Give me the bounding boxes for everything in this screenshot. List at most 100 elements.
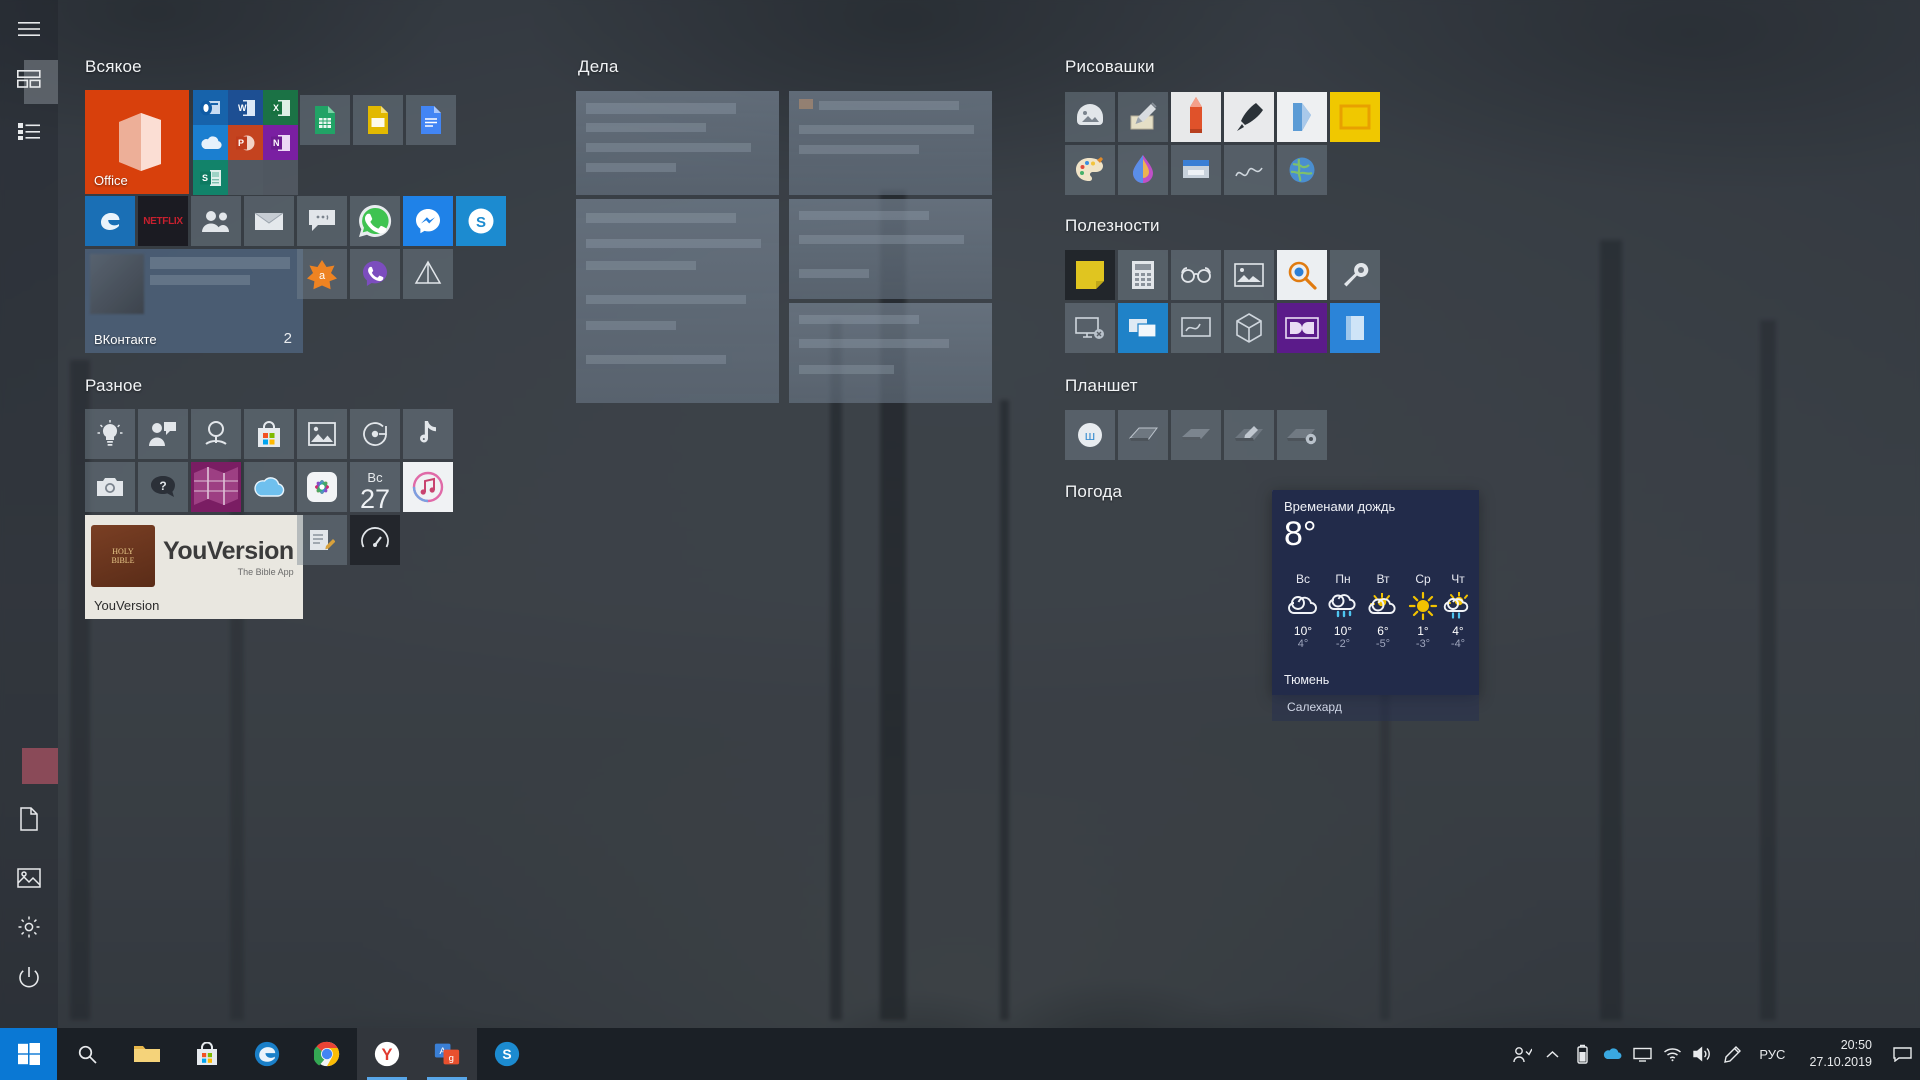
- tile-google-docs[interactable]: [406, 95, 456, 145]
- pen-icon[interactable]: [1717, 1028, 1747, 1080]
- tile-calculator[interactable]: [1118, 250, 1168, 300]
- notification-center-icon[interactable]: [1884, 1028, 1920, 1080]
- tile-tablet-device-1[interactable]: [1118, 410, 1168, 460]
- tile-tablet-pen[interactable]: [1224, 410, 1274, 460]
- tile-office[interactable]: Office: [85, 90, 189, 194]
- taskbar-microsoft-store[interactable]: [177, 1028, 237, 1080]
- tile-paint-3d[interactable]: [1065, 92, 1115, 142]
- tile-mixed-reality-portal[interactable]: [191, 409, 241, 459]
- tile-snip-sketch[interactable]: [1171, 145, 1221, 195]
- tile-whatsapp[interactable]: [350, 196, 400, 246]
- tile-search-magnify[interactable]: [1277, 250, 1327, 300]
- taskbar-skype[interactable]: S: [477, 1028, 537, 1080]
- tile-globe-paint[interactable]: [1277, 145, 1327, 195]
- tile-sway[interactable]: S: [193, 160, 228, 195]
- tile-vkontakte[interactable]: ВКонтакте 2: [85, 249, 303, 353]
- clock[interactable]: 20:50 27.10.2019: [1797, 1037, 1884, 1071]
- group-title-planshet[interactable]: Планшет: [1065, 376, 1138, 396]
- tile-dolby[interactable]: [1277, 303, 1327, 353]
- tile-netflix[interactable]: NETFLIX: [138, 196, 188, 246]
- tile-messenger[interactable]: [403, 196, 453, 246]
- tile-ink-brush[interactable]: [1224, 92, 1274, 142]
- weather-live-tile[interactable]: Временами дождь 8° Вс 10° 4° Пн 10° -2° …: [1272, 490, 1479, 695]
- tile-excel[interactable]: X: [263, 90, 298, 125]
- tile-dela-blurred-3[interactable]: [576, 199, 779, 403]
- taskbar-translate[interactable]: A g: [417, 1028, 477, 1080]
- tile-microsoft-store[interactable]: [244, 409, 294, 459]
- tile-maps[interactable]: [191, 462, 241, 512]
- tile-remote-desktop[interactable]: [1118, 303, 1168, 353]
- tile-remote-desktop-disconnect[interactable]: [1065, 303, 1115, 353]
- tile-people[interactable]: [191, 196, 241, 246]
- taskbar-edge[interactable]: [237, 1028, 297, 1080]
- tile-onedrive[interactable]: [193, 125, 228, 160]
- tile-icloud[interactable]: [244, 462, 294, 512]
- tile-canvas-app[interactable]: [1330, 92, 1380, 142]
- group-title-raznoe[interactable]: Разное: [85, 376, 142, 396]
- tile-dela-blurred-2[interactable]: [789, 91, 992, 195]
- wifi-icon[interactable]: [1657, 1028, 1687, 1080]
- tile-eyeglasses-reader[interactable]: [1171, 250, 1221, 300]
- tile-youversion-bible[interactable]: HOLY BIBLE YouVersion The Bible App YouVe…: [85, 515, 303, 619]
- tile-office-empty[interactable]: [228, 160, 263, 195]
- tile-avast[interactable]: a: [297, 249, 347, 299]
- language-indicator[interactable]: РУС: [1747, 1047, 1797, 1062]
- group-title-dela[interactable]: Дела: [578, 57, 619, 77]
- tile-skype[interactable]: S: [456, 196, 506, 246]
- group-title-poleznosti[interactable]: Полезности: [1065, 216, 1160, 236]
- tile-outlook[interactable]: [193, 90, 228, 125]
- tile-sketchpad[interactable]: [1118, 92, 1168, 142]
- tile-dela-blurred-5[interactable]: [789, 303, 992, 403]
- tile-feedback-hub[interactable]: [138, 409, 188, 459]
- volume-icon[interactable]: [1687, 1028, 1717, 1080]
- taskbar-yandex-browser[interactable]: Y: [357, 1028, 417, 1080]
- tile-viber[interactable]: [350, 249, 400, 299]
- tile-sticky-notes[interactable]: [1065, 250, 1115, 300]
- tile-edge[interactable]: [85, 196, 135, 246]
- taskbar-chrome[interactable]: [297, 1028, 357, 1080]
- tile-whiteboard[interactable]: [1171, 303, 1221, 353]
- tile-photos[interactable]: [297, 409, 347, 459]
- tile-sketch-tool[interactable]: [1224, 145, 1274, 195]
- taskbar-file-explorer[interactable]: [117, 1028, 177, 1080]
- display-icon[interactable]: [1627, 1028, 1657, 1080]
- chevron-up-icon[interactable]: [1537, 1028, 1567, 1080]
- tile-fresh-paint[interactable]: [1277, 92, 1327, 142]
- people-tray-icon[interactable]: [1507, 1028, 1537, 1080]
- battery-icon[interactable]: [1567, 1028, 1597, 1080]
- weather-second-city[interactable]: Салехард: [1272, 695, 1479, 721]
- tile-groove-music[interactable]: [350, 409, 400, 459]
- start-button[interactable]: [0, 1028, 57, 1080]
- tile-3d-builder[interactable]: [1224, 303, 1274, 353]
- tile-apple-photos[interactable]: [297, 462, 347, 512]
- tile-dela-blurred-4[interactable]: [789, 199, 992, 299]
- tile-powerpoint[interactable]: P: [228, 125, 263, 160]
- tile-google-slides[interactable]: [353, 95, 403, 145]
- tile-wacom[interactable]: ш: [1065, 410, 1115, 460]
- tile-tools[interactable]: [1330, 250, 1380, 300]
- tile-calendar[interactable]: Вс 27: [350, 462, 400, 512]
- tile-office-empty-2[interactable]: [263, 160, 298, 195]
- group-title-risovashki[interactable]: Рисовашки: [1065, 57, 1155, 77]
- tile-3d-viewer[interactable]: [403, 249, 453, 299]
- tile-pencil-tool[interactable]: [1171, 92, 1221, 142]
- taskbar-search[interactable]: [57, 1028, 117, 1080]
- tile-messaging[interactable]: [297, 196, 347, 246]
- tile-dela-blurred-1[interactable]: [576, 91, 779, 195]
- tile-speedtest[interactable]: [350, 515, 400, 565]
- tile-word[interactable]: W: [228, 90, 263, 125]
- tile-screen-sketch[interactable]: [1224, 250, 1274, 300]
- tile-onenote[interactable]: N: [263, 125, 298, 160]
- tile-tiktok[interactable]: [403, 409, 453, 459]
- group-title-vsyakoe[interactable]: Всякое: [85, 57, 142, 77]
- tile-tablet-settings[interactable]: [1277, 410, 1327, 460]
- onedrive-tray-icon[interactable]: [1597, 1028, 1627, 1080]
- tile-itunes[interactable]: [403, 462, 453, 512]
- tile-google-sheets[interactable]: [300, 95, 350, 145]
- tile-blue-app[interactable]: [1330, 303, 1380, 353]
- tile-paint-palette[interactable]: [1065, 145, 1115, 195]
- tile-tips[interactable]: [85, 409, 135, 459]
- tile-color-mixer[interactable]: [1118, 145, 1168, 195]
- tile-camera[interactable]: [85, 462, 135, 512]
- tile-mail[interactable]: [244, 196, 294, 246]
